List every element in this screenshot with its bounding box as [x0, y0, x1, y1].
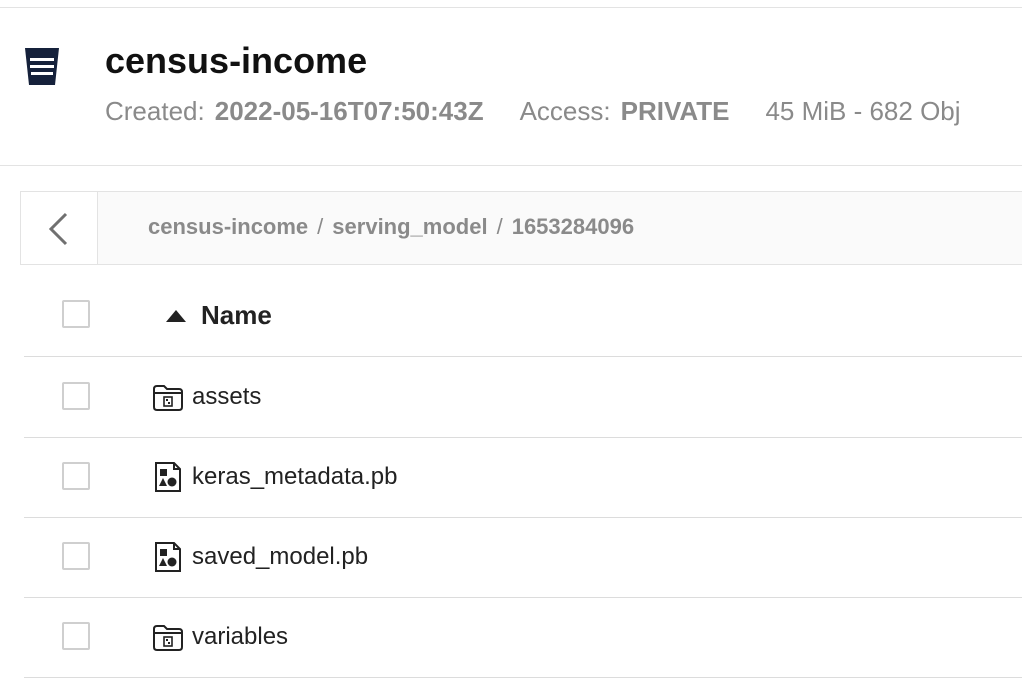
breadcrumb-bar: census-income / serving_model / 1653284096: [20, 191, 1022, 265]
header-divider: [0, 165, 1022, 166]
table-row[interactable]: variables: [24, 597, 1022, 678]
table-row[interactable]: saved_model.pb: [24, 517, 1022, 598]
breadcrumb-separator: /: [496, 214, 503, 239]
row-checkbox[interactable]: [62, 382, 90, 410]
created-value: 2022-05-16T07:50:43Z: [214, 96, 484, 126]
item-name: saved_model.pb: [192, 543, 369, 570]
object-browser: census-income Created: 2022-05-16T07:50:4…: [0, 0, 1022, 678]
row-checkbox[interactable]: [62, 462, 90, 490]
sort-ascending-icon[interactable]: [166, 310, 186, 322]
table-row[interactable]: keras_metadata.pb: [24, 437, 1022, 518]
folder-icon: [153, 625, 183, 651]
name-column-header[interactable]: Name: [201, 300, 272, 331]
row-checkbox[interactable]: [62, 542, 90, 570]
folder-icon: [153, 385, 183, 411]
breadcrumb-separator: /: [317, 214, 324, 239]
table-header: Name: [24, 276, 1022, 357]
row-checkbox[interactable]: [62, 622, 90, 650]
size-summary: 45 MiB - 682 Obj: [765, 96, 961, 126]
top-divider: [0, 7, 1022, 8]
chevron-left-icon: [48, 212, 68, 246]
bucket-title: census-income: [105, 40, 368, 81]
breadcrumb: census-income / serving_model / 1653284096: [148, 214, 634, 240]
bucket-meta: Created: 2022-05-16T07:50:43Z Access: PRIVA…: [105, 96, 961, 127]
breadcrumb-item-census-income[interactable]: census-income: [148, 214, 308, 239]
file-icon: [155, 462, 181, 492]
breadcrumb-item-serving-model[interactable]: serving_model: [332, 214, 487, 239]
created-label: Created:: [105, 96, 205, 126]
back-button[interactable]: [21, 192, 98, 264]
breadcrumb-item-current: 1653284096: [511, 214, 635, 239]
file-icon: [155, 542, 181, 572]
item-name: keras_metadata.pb: [192, 463, 398, 490]
item-name: assets: [192, 383, 262, 410]
table-row[interactable]: assets: [24, 357, 1022, 438]
select-all-checkbox[interactable]: [62, 300, 90, 328]
bucket-icon: [25, 48, 59, 85]
item-name: variables: [192, 623, 289, 650]
access-label: Access:: [519, 96, 611, 126]
access-value: PRIVATE: [620, 96, 730, 126]
